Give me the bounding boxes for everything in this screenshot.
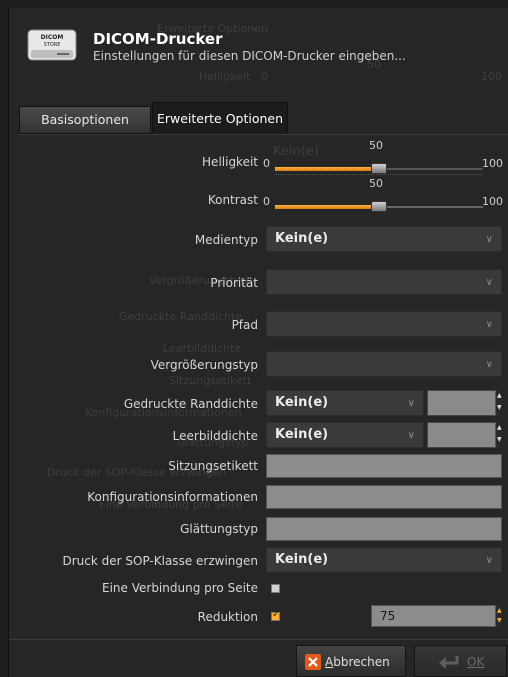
ghost-leerbild: Leerbilddichte [163, 342, 242, 355]
randdichte-spinbox[interactable]: ▲ ▼ [427, 390, 502, 416]
spin-down-icon[interactable]: ▼ [497, 436, 502, 443]
pfad-combo[interactable]: ∨ [266, 311, 502, 337]
sitzungsetikett-label: Sitzungsetikett [168, 459, 258, 473]
helligkeit-ticks [275, 174, 483, 175]
sitzungsetikett-field[interactable] [266, 454, 502, 478]
prioritaet-label: Priorität [210, 276, 258, 290]
kontrast-label: Kontrast [207, 193, 258, 207]
dicom-store-printer-icon: DICOM STORE [27, 29, 77, 61]
randdichte-spin-buttons[interactable]: ▲ ▼ [495, 390, 502, 416]
pfad-label: Pfad [231, 318, 258, 332]
cancel-button-label: Abbrechen [325, 655, 390, 669]
cancel-button[interactable]: Abbrechen [296, 645, 406, 677]
reduktion-spinbox[interactable]: 75 ▲ ▼ [371, 605, 502, 627]
leerbilddichte-value: Kein(e) [275, 427, 329, 442]
tab-basisoptionen[interactable]: Basisoptionen [19, 106, 151, 134]
helligkeit-label: Helligkeit [202, 155, 258, 169]
sop-klasse-value: Kein(e) [275, 552, 329, 567]
helligkeit-fill [275, 167, 379, 171]
dialog-subtitle: Einstellungen für diesen DICOM-Drucker e… [93, 49, 406, 63]
medientyp-combo[interactable]: Kein(e) ∨ [266, 226, 502, 252]
reduktion-spin-buttons[interactable]: ▲ ▼ [495, 605, 502, 627]
vergroesserungstyp-combo[interactable]: ∨ [266, 351, 502, 377]
medientyp-label: Medientyp [194, 233, 258, 247]
glaettungstyp-field[interactable] [266, 517, 502, 541]
close-icon [305, 654, 321, 670]
reduktion-value: 75 [380, 609, 396, 623]
verbindung-checkbox[interactable] [271, 584, 280, 593]
chevron-down-icon: ∨ [485, 277, 493, 288]
kontrast-handle[interactable] [371, 201, 387, 212]
spin-down-icon[interactable]: ▼ [497, 404, 502, 411]
leerbilddichte-spin-buttons[interactable]: ▲ ▼ [495, 422, 502, 448]
prioritaet-combo[interactable]: ∨ [266, 269, 502, 295]
svg-text:STORE: STORE [44, 42, 61, 48]
tab-erweiterte-optionen[interactable]: Erweiterte Optionen [152, 102, 288, 134]
chevron-down-icon: ∨ [485, 319, 493, 330]
svg-text:DICOM: DICOM [41, 34, 64, 41]
dialog-title: DICOM-Drucker [93, 30, 223, 48]
helligkeit-value: 50 [369, 139, 383, 152]
helligkeit-handle[interactable] [371, 163, 387, 174]
tab-divider [19, 134, 508, 135]
leerbilddichte-label: Leerbilddichte [172, 429, 258, 443]
randdichte-label: Gedruckte Randdichte [123, 397, 258, 411]
reduktion-checkbox[interactable] [271, 609, 280, 621]
randdichte-value: Kein(e) [275, 395, 329, 410]
spin-down-icon[interactable]: ▼ [497, 617, 502, 624]
spin-up-icon[interactable]: ▲ [497, 392, 502, 399]
ok-button[interactable]: OK [414, 645, 507, 677]
kontrast-track [275, 201, 483, 212]
sop-klasse-label: Druck der SOP-Klasse erzwingen [62, 554, 259, 568]
chevron-down-icon: ∨ [485, 555, 493, 566]
spin-up-icon[interactable]: ▲ [497, 607, 502, 614]
verbindung-label: Eine Verbindung pro Seite [102, 581, 258, 595]
leerbilddichte-spinbox[interactable]: ▲ ▼ [427, 422, 502, 448]
chevron-down-icon: ∨ [485, 359, 493, 370]
ghost-sitzung: Sitzungsetikett [169, 374, 252, 387]
vergroesserungstyp-label: Vergrößerungstyp [150, 358, 258, 372]
kontrast-min: 0 [263, 195, 270, 208]
konfiguration-field[interactable] [266, 485, 502, 509]
konfiguration-label: Konfigurationsinformationen [87, 490, 258, 504]
enter-arrow-icon [439, 656, 459, 669]
helligkeit-max: 100 [482, 157, 503, 170]
spin-up-icon[interactable]: ▲ [497, 424, 502, 431]
kontrast-fill [275, 205, 379, 209]
helligkeit-track [275, 163, 483, 174]
kontrast-slider[interactable]: 0 50 100 [263, 177, 503, 217]
glaettungstyp-label: Glättungstyp [180, 522, 258, 536]
dicom-printer-dialog: Erweiterte Optionen Helligkeit 0 50 100 … [8, 8, 508, 677]
helligkeit-min: 0 [263, 157, 270, 170]
dialog-header: DICOM STORE DICOM-Drucker Einstellungen … [9, 8, 508, 78]
footer-divider [9, 639, 508, 640]
chevron-down-icon: ∨ [407, 398, 415, 409]
ok-button-label: OK [467, 655, 485, 669]
kontrast-max: 100 [482, 195, 503, 208]
reduktion-label: Reduktion [197, 610, 258, 624]
leerbilddichte-combo[interactable]: Kein(e) ∨ [266, 422, 424, 448]
kontrast-value: 50 [369, 177, 383, 190]
randdichte-combo[interactable]: Kein(e) ∨ [266, 390, 424, 416]
sop-klasse-combo[interactable]: Kein(e) ∨ [266, 547, 502, 573]
chevron-down-icon: ∨ [485, 234, 493, 245]
medientyp-value: Kein(e) [275, 231, 329, 246]
ghost-randdichte: Gedruckte Randdichte [119, 310, 242, 323]
chevron-down-icon: ∨ [407, 430, 415, 441]
helligkeit-slider[interactable]: 0 50 100 [263, 139, 503, 179]
